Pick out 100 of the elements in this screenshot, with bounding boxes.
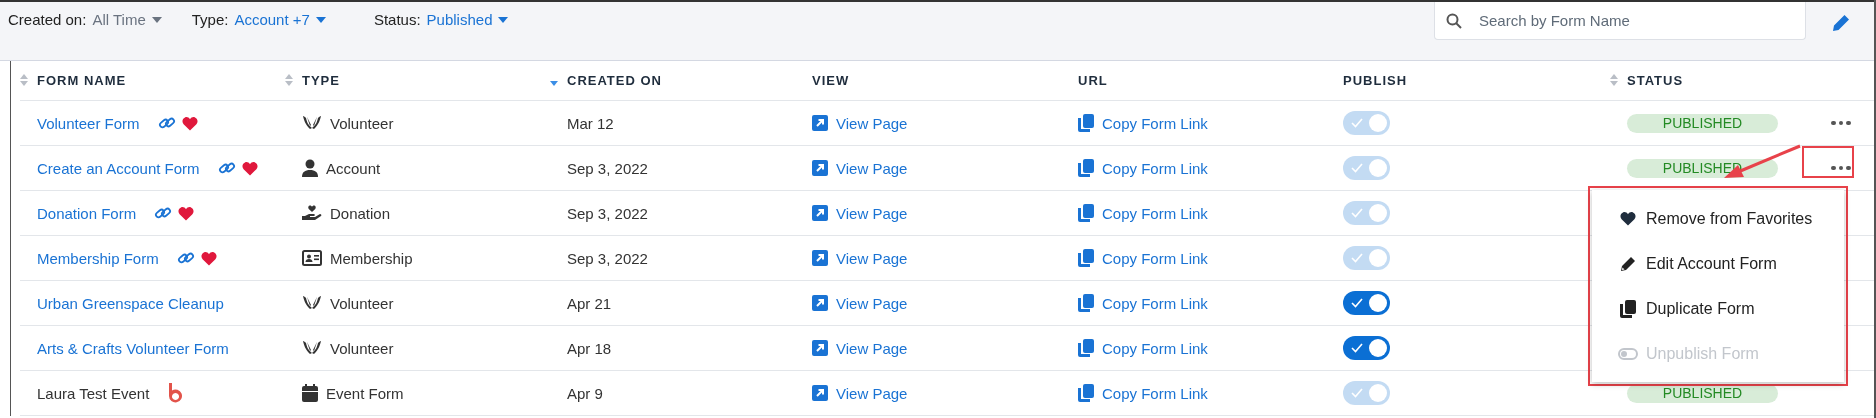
created-date: Sep 3, 2022 <box>567 249 648 267</box>
menu-item[interactable]: Remove from Favorites <box>1592 196 1844 241</box>
created-date: Mar 12 <box>567 114 614 132</box>
filter-label: Type: <box>191 11 229 28</box>
created-date: Apr 9 <box>567 384 603 402</box>
link-icon <box>176 250 195 266</box>
sort-icon[interactable] <box>20 74 28 86</box>
form-name: Laura Test Event <box>37 384 150 402</box>
view-page-link[interactable]: View Page <box>836 159 908 177</box>
pencil-icon <box>1620 255 1636 272</box>
link-icon <box>217 160 236 176</box>
filter-dropdown[interactable]: Created on: All Time <box>8 11 162 28</box>
form-name-link[interactable]: Urban Greenspace Cleanup <box>37 294 224 312</box>
external-link-icon <box>812 385 828 401</box>
created-date: Apr 21 <box>567 294 612 312</box>
check-icon <box>1351 253 1363 263</box>
copy-icon <box>1620 299 1636 318</box>
external-link-icon <box>812 340 828 356</box>
menu-item[interactable]: Edit Account Form <box>1592 241 1844 286</box>
view-page-link[interactable]: View Page <box>836 249 908 267</box>
id-card-icon <box>302 250 322 266</box>
filter-value: Account +7 <box>234 11 310 28</box>
highlight-box <box>1802 146 1854 178</box>
copy-icon <box>1078 384 1094 402</box>
filter-dropdown[interactable]: Type: Account +7 <box>191 11 326 28</box>
copy-link[interactable]: Copy Form Link <box>1102 294 1208 312</box>
form-type: Volunteer <box>330 294 394 312</box>
hands-icon <box>302 115 322 131</box>
filter-label: Status: <box>373 11 421 28</box>
form-type: Volunteer <box>330 339 394 357</box>
form-name-link[interactable]: Donation Form <box>37 204 137 222</box>
heart-icon <box>181 115 198 131</box>
person-icon <box>302 159 318 177</box>
form-name-link[interactable]: Volunteer Form <box>37 114 140 132</box>
external-link-icon <box>812 295 828 311</box>
heart-icon <box>241 160 258 176</box>
filter-label: Created on: <box>8 11 87 28</box>
copy-link[interactable]: Copy Form Link <box>1102 249 1208 267</box>
external-link-icon <box>812 160 828 176</box>
copy-link[interactable]: Copy Form Link <box>1102 339 1208 357</box>
created-date: Sep 3, 2022 <box>567 159 648 177</box>
created-date: Sep 3, 2022 <box>567 204 648 222</box>
form-type: Volunteer <box>330 114 394 132</box>
hands-icon <box>302 295 322 311</box>
created-date: Apr 18 <box>567 339 612 357</box>
copy-link[interactable]: Copy Form Link <box>1102 114 1208 132</box>
column-header[interactable]: FORM NAME <box>37 73 127 88</box>
check-icon <box>1351 298 1363 308</box>
view-page-link[interactable]: View Page <box>836 384 908 402</box>
view-page-link[interactable]: View Page <box>836 204 908 222</box>
check-icon <box>1351 343 1363 353</box>
copy-icon <box>1078 159 1094 177</box>
column-header: PUBLISH <box>1343 73 1408 88</box>
check-icon <box>1351 388 1363 398</box>
column-header[interactable]: CREATED ON <box>567 73 662 88</box>
form-type: Membership <box>330 249 413 267</box>
form-name-link[interactable]: Arts & Crafts Volunteer Form <box>37 339 229 357</box>
menu-item[interactable]: Duplicate Form <box>1592 286 1844 331</box>
link-icon <box>154 205 173 221</box>
form-type: Account <box>326 159 381 177</box>
form-name-link[interactable]: Membership Form <box>37 249 159 267</box>
filter-value: Published <box>426 11 493 28</box>
copy-icon <box>1078 249 1094 267</box>
toggle-icon <box>1618 347 1638 360</box>
edit-icon[interactable] <box>1832 14 1850 32</box>
copy-icon <box>1078 294 1094 312</box>
status-badge: PUBLISHED <box>1627 113 1778 133</box>
view-page-link[interactable]: View Page <box>836 114 908 132</box>
view-page-link[interactable]: View Page <box>836 339 908 357</box>
sort-icon[interactable] <box>285 74 293 86</box>
check-icon <box>1351 208 1363 218</box>
check-icon <box>1351 163 1363 173</box>
copy-link[interactable]: Copy Form Link <box>1102 204 1208 222</box>
publish-toggle[interactable] <box>1343 336 1390 360</box>
form-type: Event Form <box>326 384 404 402</box>
copy-icon <box>1078 339 1094 357</box>
caret-down-icon <box>315 16 326 23</box>
column-header[interactable]: TYPE <box>302 73 340 88</box>
copy-icon <box>1078 204 1094 222</box>
copy-icon <box>1078 114 1094 132</box>
column-header: VIEW <box>812 73 850 88</box>
sort-icon[interactable] <box>1610 74 1618 86</box>
check-icon <box>1351 118 1363 128</box>
form-name-link[interactable]: Create an Account Form <box>37 159 200 177</box>
filter-dropdown[interactable]: Status: Published <box>373 11 509 28</box>
column-header: URL <box>1078 73 1108 88</box>
heart-icon <box>200 250 217 266</box>
view-page-link[interactable]: View Page <box>836 294 908 312</box>
heart-icon <box>1620 211 1636 226</box>
calendar-icon <box>302 384 318 402</box>
copy-link[interactable]: Copy Form Link <box>1102 384 1208 402</box>
heart-icon <box>178 205 195 221</box>
column-header[interactable]: STATUS <box>1627 73 1684 88</box>
publish-toggle[interactable] <box>1343 291 1390 315</box>
hands-icon <box>302 340 322 356</box>
hand-heart-icon <box>302 204 322 222</box>
search-field[interactable]: Search by Form Name <box>1434 2 1806 40</box>
external-link-icon <box>812 205 828 221</box>
copy-link[interactable]: Copy Form Link <box>1102 159 1208 177</box>
caret-down-icon <box>151 16 162 23</box>
